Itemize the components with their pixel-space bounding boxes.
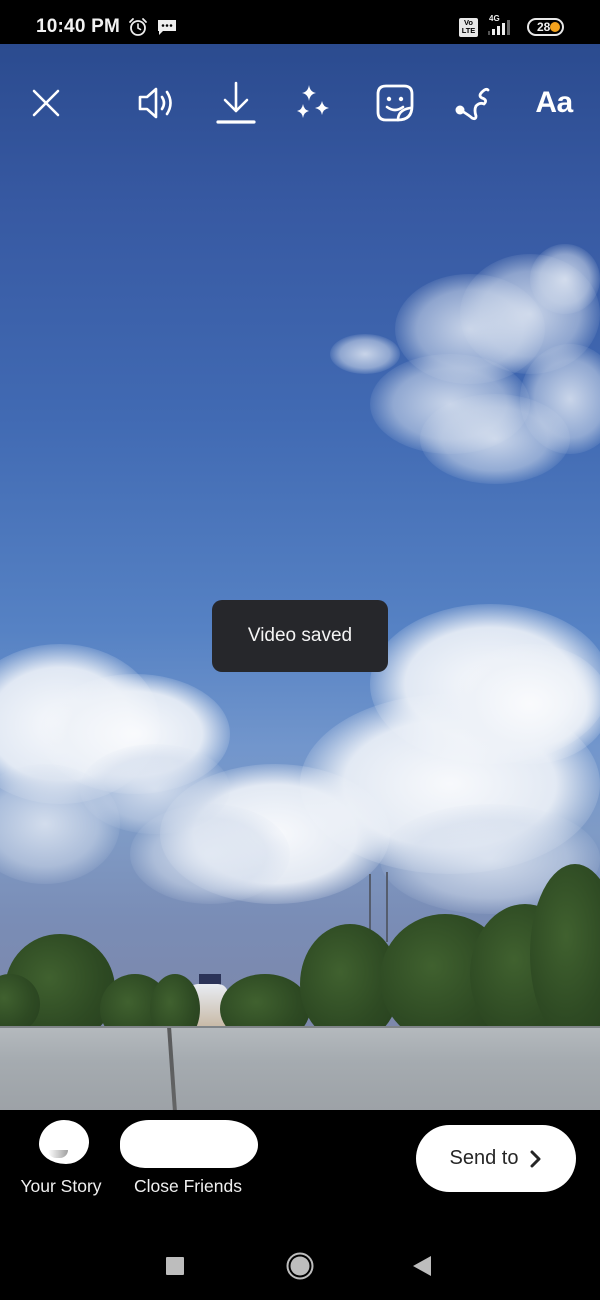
sound-toggle-button[interactable] [131,78,181,128]
recents-square-icon [166,1257,184,1275]
alarm-icon [129,18,147,36]
speaker-volume-icon [138,87,172,119]
battery-icon: 28 [527,18,564,36]
recents-button[interactable] [157,1248,193,1284]
sticker-smiley-icon [376,84,414,122]
close-button[interactable] [21,78,71,128]
status-time: 10:40 PM [36,16,120,37]
draw-squiggle-icon [455,87,490,121]
cloud [330,334,400,374]
wall [0,1026,600,1110]
download-icon [216,81,256,124]
your-story-avatar [39,1120,89,1164]
draw-button[interactable] [449,78,499,128]
close-friends-label: Close Friends [134,1176,242,1196]
battery-level: 28 [537,20,551,34]
share-bar: Your Story Close Friends Send to [0,1110,600,1230]
chevron-right-icon [530,1150,541,1167]
toast-notification: Video saved [212,600,388,672]
cloud [80,744,230,834]
system-navigation-bar [0,1230,600,1300]
cloud [450,644,600,764]
download-button[interactable] [211,78,261,128]
status-bar: 10:40 PM Vo LTE 4G 28 [0,0,600,44]
volte-label-bottom: LTE [461,26,476,35]
message-notification-icon [158,20,176,35]
home-button[interactable] [282,1248,318,1284]
sparkles-effects-icon [297,85,329,118]
send-to-label: Send to [449,1147,519,1169]
text-tool-button[interactable]: Aa [528,78,580,128]
send-to-button[interactable]: Send to [416,1125,576,1192]
volte-icon: Vo LTE [459,18,478,37]
effects-button[interactable] [290,78,340,128]
share-close-friends-button[interactable]: Close Friends [118,1110,258,1210]
back-button[interactable] [404,1248,440,1284]
signal-strength-icon [488,20,510,35]
sticker-button[interactable] [370,78,420,128]
battery-saver-indicator [550,22,560,32]
toast-message: Video saved [247,625,353,646]
your-story-label: Your Story [20,1176,102,1196]
home-circle-icon [286,1252,314,1280]
back-triangle-icon [413,1256,431,1276]
cloud [530,244,600,314]
antenna [386,872,388,942]
story-media-preview[interactable] [0,44,600,1110]
close-friends-avatar [120,1120,258,1168]
text-tool-icon: Aa [535,86,573,119]
close-icon [32,89,60,117]
share-your-story-button[interactable]: Your Story [14,1110,108,1210]
